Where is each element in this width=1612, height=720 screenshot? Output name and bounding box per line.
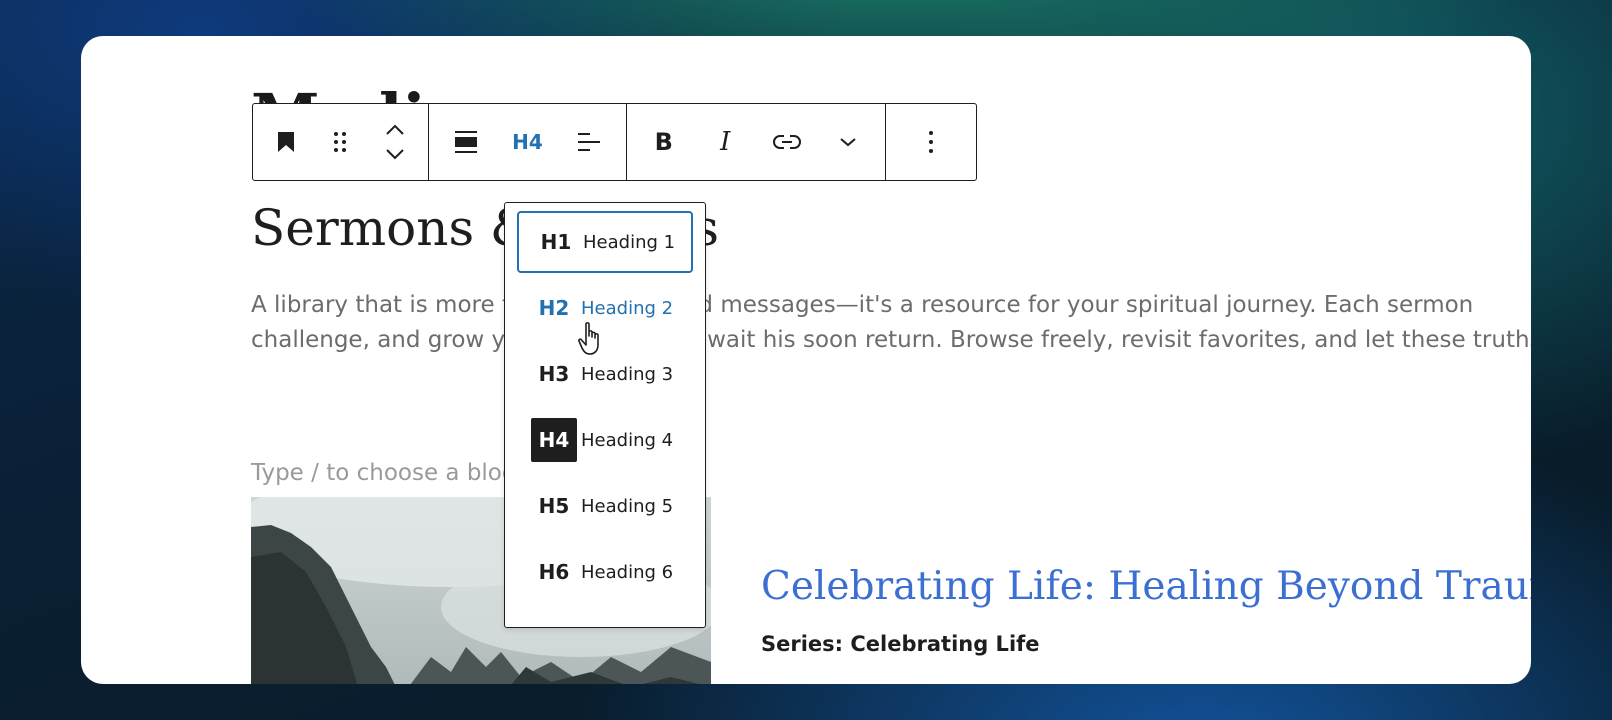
align-left-icon: [578, 133, 601, 151]
move-up-down-icon: [386, 124, 404, 160]
drag-handle-button[interactable]: [315, 104, 365, 180]
heading-option-h5[interactable]: H5 Heading 5: [517, 475, 693, 537]
block-type-button[interactable]: [261, 104, 311, 180]
heading-option-h4[interactable]: H4 Heading 4: [517, 409, 693, 471]
text-align-button[interactable]: [564, 104, 614, 180]
heading-level-button[interactable]: H4: [502, 104, 552, 180]
toolbar-group-format: B I: [627, 104, 886, 180]
drag-handle-icon: [334, 132, 347, 152]
heading-option-tag: H5: [538, 494, 570, 518]
heading-option-h6[interactable]: H6 Heading 6: [517, 541, 693, 603]
chevron-down-icon: [840, 138, 856, 147]
link-button[interactable]: [762, 104, 812, 180]
block-toolbar: H4 B I: [252, 103, 977, 181]
heading-option-label: Heading 1: [583, 231, 676, 253]
intro-paragraph[interactable]: A library that is more than just recorde…: [251, 288, 1531, 358]
heading-level-dropdown: H1 Heading 1 H2 Heading 2 H3 Heading 3 H…: [504, 202, 706, 628]
bookmark-icon: [278, 132, 295, 152]
align-block-icon: [454, 131, 477, 153]
post-title-link[interactable]: Celebrating Life: Healing Beyond Trauma: [761, 564, 1531, 610]
heading-option-h3[interactable]: H3 Heading 3: [517, 343, 693, 405]
heading-option-h1[interactable]: H1 Heading 1: [517, 211, 693, 273]
toolbar-group-options: [886, 104, 976, 180]
move-up-down-button[interactable]: [370, 104, 420, 180]
post-series: Series: Celebrating Life: [761, 632, 1040, 656]
more-vertical-icon: [929, 131, 933, 153]
more-rich-text-button[interactable]: [823, 104, 873, 180]
editor-canvas: Medi Sermons & Videos A library that is …: [81, 36, 1531, 684]
heading-option-tag: H3: [538, 362, 570, 386]
heading-option-h2[interactable]: H2 Heading 2: [517, 277, 693, 339]
heading-option-label: Heading 6: [581, 561, 674, 583]
toolbar-group-block: [253, 104, 429, 180]
bold-button[interactable]: B: [639, 104, 689, 180]
intro-line-2: challenge, and grow your faith as you aw…: [251, 327, 1531, 353]
intro-line-1: A library that is more than just recorde…: [251, 292, 1474, 318]
heading-option-tag: H4: [531, 418, 577, 462]
heading-option-label: Heading 4: [581, 429, 674, 451]
italic-button[interactable]: I: [700, 104, 750, 180]
heading-option-tag: H1: [540, 230, 572, 254]
heading-option-label: Heading 2: [581, 297, 674, 319]
heading-option-label: Heading 5: [581, 495, 674, 517]
heading-option-label: Heading 3: [581, 363, 674, 385]
options-button[interactable]: [906, 104, 956, 180]
align-block-button[interactable]: [441, 104, 491, 180]
toolbar-group-heading: H4: [429, 104, 627, 180]
heading-option-tag: H6: [538, 560, 570, 584]
heading-option-tag: H2: [538, 296, 570, 320]
block-placeholder[interactable]: Type / to choose a block: [251, 460, 528, 486]
link-icon: [772, 135, 801, 149]
